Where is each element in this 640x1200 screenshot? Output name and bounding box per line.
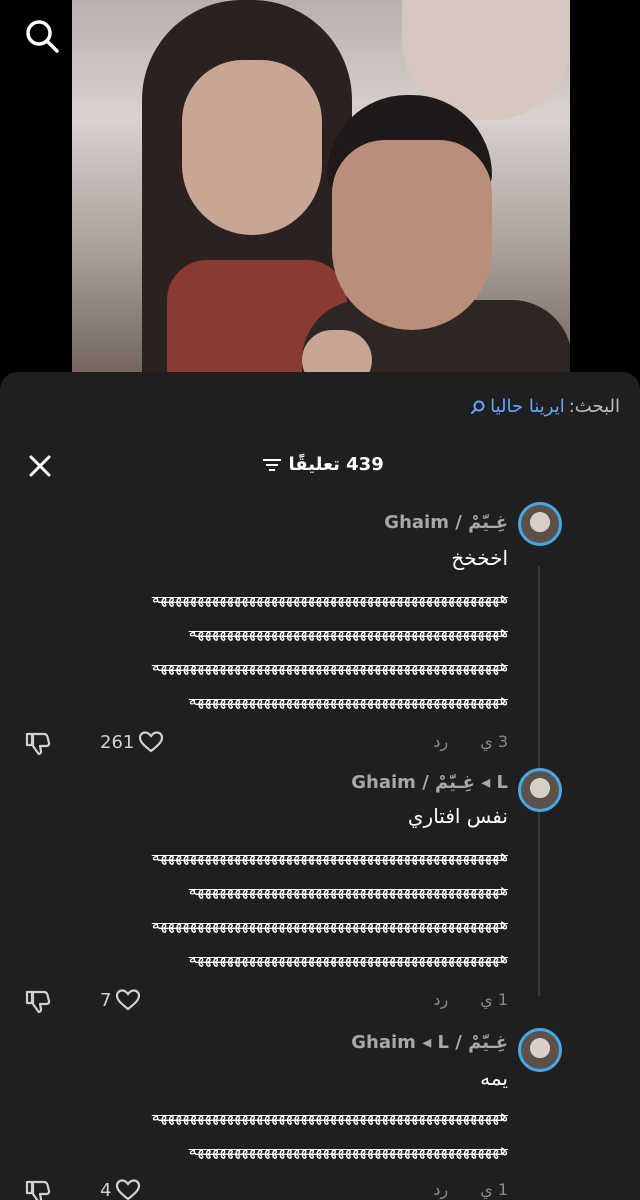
avatar[interactable] [518,768,562,812]
comment-text: نفس افتاري [407,804,508,828]
reply-button[interactable]: رد [433,732,448,751]
like-count: 4 [100,1179,112,1200]
like-button[interactable]: 261 [100,730,164,754]
comment-text: يمه [480,1066,508,1090]
video-area[interactable] [0,0,640,390]
like-button[interactable]: 4 [100,1178,141,1200]
comment-time: 1 ي [480,990,508,1009]
search-suggestion-query[interactable]: ايرينا حاليا [490,396,565,417]
comment-actions: 7 [24,986,141,1014]
video-photo[interactable] [72,0,570,390]
screen: البحث: ايرينا حاليا 439 تعليقًا غِـيّمْ … [0,0,640,1200]
search-small-icon [470,399,486,415]
comment-author[interactable]: غِـيّمْ / Ghaim [384,512,508,533]
comment-count-label: 439 تعليقًا [288,454,384,475]
dislike-button[interactable] [24,728,52,756]
dislike-button[interactable] [24,1176,52,1200]
heart-icon [139,731,164,753]
like-count: 261 [100,731,135,753]
comment-text-line: هههههههههههههههههههههههههههههههههههههههه… [188,880,508,899]
sort-icon[interactable] [262,457,282,473]
comment-text-line: هههههههههههههههههههههههههههههههههههههههه… [188,948,508,967]
heart-icon [116,1179,141,1200]
comment-text-line: هههههههههههههههههههههههههههههههههههههههه… [188,622,508,641]
comment: L ◂ غِـيّمْ / Ghaim نفس افتاري ههههههههه… [0,768,640,1028]
comment-text-line: هههههههههههههههههههههههههههههههههههههههه… [188,1140,508,1159]
comment-text-line: هههههههههههههههههههههههههههههههههههههههه… [151,656,508,675]
comments-header: 439 تعليقًا [0,450,640,484]
comment-count-title[interactable]: 439 تعليقًا [0,454,640,475]
like-button[interactable]: 7 [100,988,141,1012]
thumbs-down-icon [25,732,51,756]
comment-time: 3 ي [480,732,508,751]
comment-meta: 1 ي رد [433,1180,508,1199]
thumbs-down-icon [25,990,51,1014]
comment: غِـيّمْ / Ghaim اخخخخ هههههههههههههههههه… [0,502,640,762]
comment-text-line: هههههههههههههههههههههههههههههههههههههههه… [151,1106,508,1125]
search-suggestion[interactable]: البحث: ايرينا حاليا [470,396,620,417]
comment-text-line: هههههههههههههههههههههههههههههههههههههههه… [151,846,508,865]
comment-author[interactable]: L ◂ غِـيّمْ / Ghaim [351,772,508,793]
comment-text-line: هههههههههههههههههههههههههههههههههههههههه… [151,914,508,933]
avatar[interactable] [518,502,562,546]
comment-time: 1 ي [480,1180,508,1199]
thumbs-down-icon [25,1180,51,1200]
comments-sheet: البحث: ايرينا حاليا 439 تعليقًا غِـيّمْ … [0,372,640,1200]
comment-actions: 4 [24,1176,141,1200]
comment-meta: 3 ي رد [433,732,508,751]
comment-meta: 1 ي رد [433,990,508,1009]
reply-button[interactable]: رد [433,1180,448,1199]
heart-icon [116,989,141,1011]
comment-text-line: هههههههههههههههههههههههههههههههههههههههه… [188,690,508,709]
search-suggestion-prefix: البحث: [568,396,620,417]
comment-text-line: هههههههههههههههههههههههههههههههههههههههه… [151,588,508,607]
comment: غِـيّمْ / Ghaim ◂ L يمه هههههههههههههههه… [0,1028,640,1200]
like-count: 7 [100,989,112,1011]
comment-actions: 261 [24,728,164,756]
comment-author[interactable]: غِـيّمْ / Ghaim ◂ L [351,1032,508,1053]
dislike-button[interactable] [24,986,52,1014]
search-icon[interactable] [22,16,62,56]
comment-text: اخخخخ [451,546,508,570]
avatar[interactable] [518,1028,562,1072]
reply-button[interactable]: رد [433,990,448,1009]
